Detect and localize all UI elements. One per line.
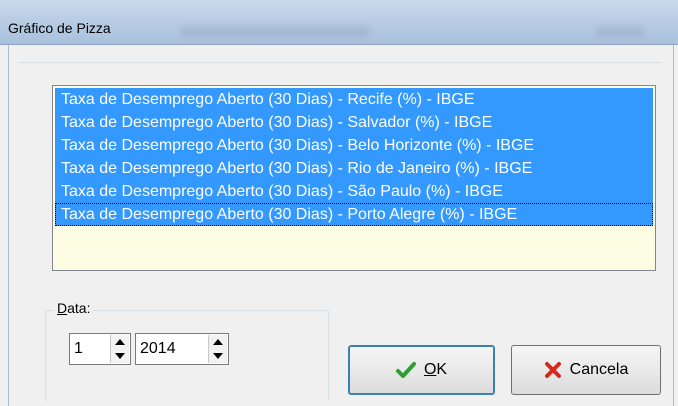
title-bar-blur-right xyxy=(595,26,645,38)
arrow-down-icon xyxy=(115,353,125,359)
list-item[interactable]: Taxa de Desemprego Aberto (30 Dias) - Sã… xyxy=(55,180,653,203)
list-item[interactable]: Taxa de Desemprego Aberto (30 Dias) - Sa… xyxy=(55,111,653,134)
list-item[interactable]: Taxa de Desemprego Aberto (30 Dias) - Be… xyxy=(55,134,653,157)
arrow-down-icon xyxy=(213,353,223,359)
year-value[interactable]: 2014 xyxy=(140,340,176,358)
year-spin-down-button[interactable] xyxy=(209,349,227,363)
window-title: Gráfico de Pizza xyxy=(8,20,111,36)
list-item[interactable]: Taxa de Desemprego Aberto (30 Dias) - Re… xyxy=(55,88,653,111)
year-spin-buttons xyxy=(208,335,227,363)
title-bar[interactable]: Gráfico de Pizza xyxy=(0,0,678,45)
list-groupbox-border xyxy=(18,62,662,63)
x-icon xyxy=(544,362,561,378)
year-spin-up-button[interactable] xyxy=(209,335,227,350)
month-spin-down-button[interactable] xyxy=(111,349,129,363)
list-item[interactable]: Taxa de Desemprego Aberto (30 Dias) - Ri… xyxy=(55,157,653,180)
date-label: Data: xyxy=(54,300,94,316)
series-listbox[interactable]: Taxa de Desemprego Aberto (30 Dias) - Re… xyxy=(52,85,656,271)
month-spin-up-button[interactable] xyxy=(111,335,129,350)
month-spinbox[interactable]: 1 xyxy=(69,333,131,365)
date-label-rest: ata: xyxy=(67,300,91,316)
checkmark-icon xyxy=(395,362,416,378)
year-spinbox[interactable]: 2014 xyxy=(135,333,229,365)
date-label-accelerator: D xyxy=(57,300,68,316)
ok-accelerator: O xyxy=(423,361,437,378)
cancel-button-label: Cancela xyxy=(569,361,629,378)
ok-button[interactable]: OK xyxy=(348,345,495,395)
ok-rest: K xyxy=(436,361,448,378)
list-item[interactable]: Taxa de Desemprego Aberto (30 Dias) - Po… xyxy=(55,203,653,226)
cancel-button[interactable]: Cancela xyxy=(511,345,661,395)
arrow-up-icon xyxy=(213,339,223,345)
ok-button-label: OK xyxy=(424,361,447,379)
month-spin-buttons xyxy=(110,335,129,363)
title-bar-blur xyxy=(180,26,370,38)
month-value[interactable]: 1 xyxy=(74,340,83,358)
arrow-up-icon xyxy=(115,339,125,345)
